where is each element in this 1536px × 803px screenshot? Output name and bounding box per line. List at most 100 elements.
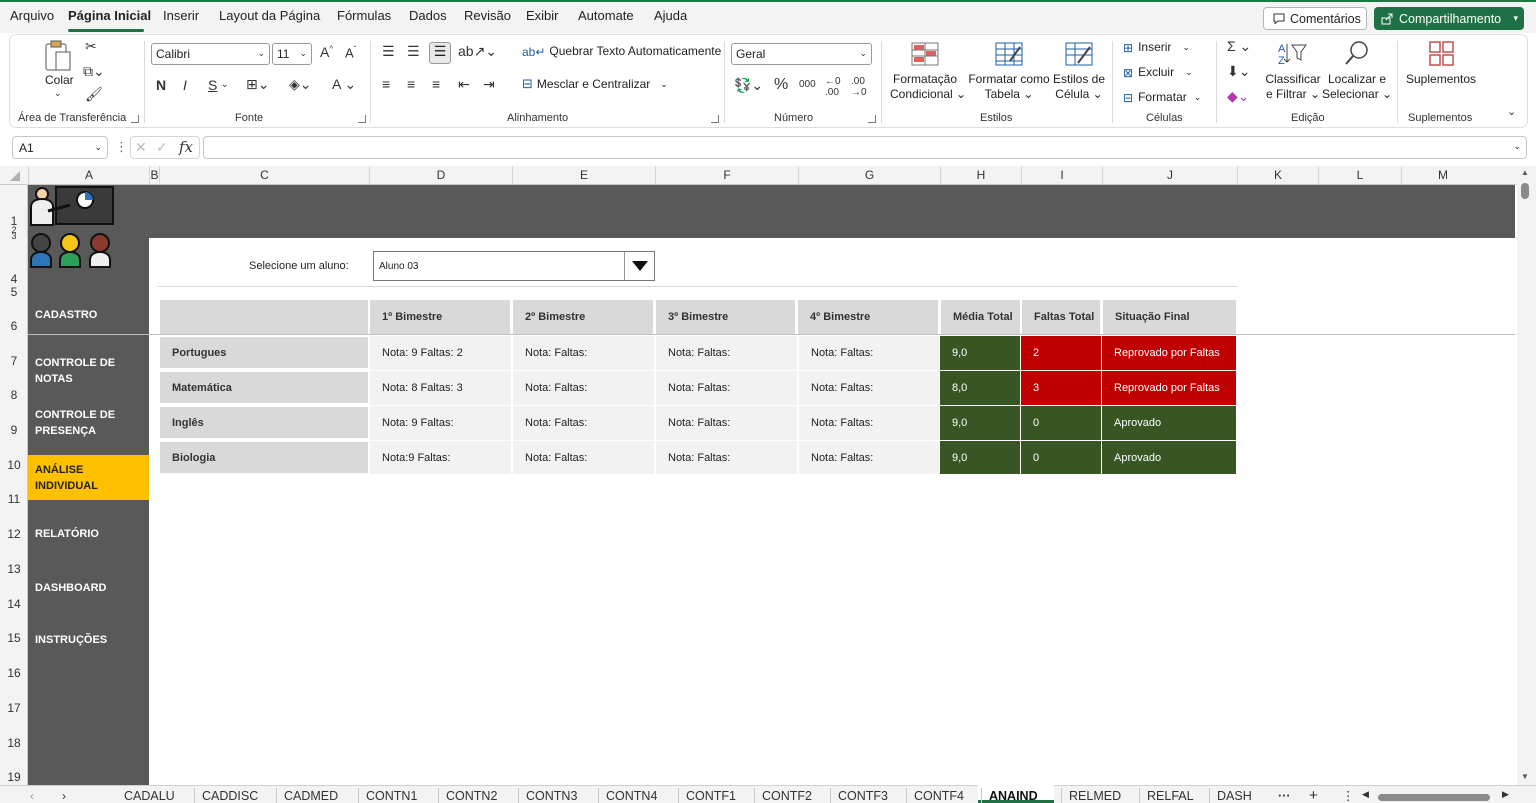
tab-contn3[interactable]: CONTN3 — [526, 789, 577, 803]
menu-ajuda[interactable]: Ajuda — [654, 8, 687, 23]
hscroll-left-icon[interactable]: ◀ — [1362, 789, 1369, 800]
menu-inserir[interactable]: Inserir — [163, 8, 199, 23]
tab-cadalu[interactable]: CADALU — [124, 789, 175, 803]
conditional-format-icon[interactable] — [910, 41, 940, 67]
orientation-icon[interactable]: ab↗⌄ — [458, 43, 497, 60]
row-header-15[interactable]: 15 — [0, 631, 28, 645]
tab-contn2[interactable]: CONTN2 — [446, 789, 497, 803]
sort-filter-icon[interactable]: AZ — [1277, 40, 1309, 66]
dropdown-arrow-icon[interactable] — [624, 252, 654, 280]
scroll-up-icon[interactable]: ▲ — [1521, 168, 1529, 177]
addins-icon[interactable] — [1428, 40, 1456, 68]
paste-dropdown-icon[interactable]: ⌄ — [54, 88, 62, 99]
col-header-b[interactable]: B — [149, 166, 159, 185]
nav-controle-de-presenca[interactable]: CONTROLE DE PRESENÇA — [28, 407, 138, 441]
row-header-19[interactable]: 19 — [0, 770, 28, 784]
table-row-subject[interactable]: Inglês — [160, 407, 368, 438]
tab-anaind[interactable]: ANAIND — [989, 789, 1038, 803]
table-cell-situacao[interactable]: Reprovado por Faltas — [1102, 371, 1236, 405]
tab-contn4[interactable]: CONTN4 — [606, 789, 657, 803]
underline-dropdown-icon[interactable]: ⌄ — [221, 79, 229, 90]
cut-icon[interactable]: ✂ — [85, 38, 97, 55]
row-header-5[interactable]: 5 — [0, 285, 28, 299]
table-cell-b4[interactable]: Nota: Faltas: — [799, 336, 939, 370]
tab-dash[interactable]: DASH — [1217, 789, 1252, 803]
nav-controle-de-notas[interactable]: CONTROLE DE NOTAS — [28, 355, 138, 389]
table-cell-b4[interactable]: Nota: Faltas: — [799, 441, 939, 474]
col-header-i[interactable]: I — [1021, 166, 1102, 185]
decrease-font-icon[interactable]: Aˇ — [345, 45, 356, 60]
increase-decimal-icon[interactable]: ←0.00 — [825, 76, 841, 98]
menu-automate[interactable]: Automate — [578, 8, 634, 23]
table-cell-b4[interactable]: Nota: Faltas: — [799, 371, 939, 405]
row-header-4[interactable]: 4 — [0, 272, 28, 286]
format-painter-icon[interactable]: 🖌 — [85, 86, 103, 103]
font-launcher-icon[interactable] — [358, 115, 366, 123]
row-header-12[interactable]: 12 — [0, 527, 28, 541]
align-bottom-icon[interactable]: ☰ — [429, 42, 451, 64]
increase-indent-icon[interactable]: ⇥ — [483, 76, 495, 93]
table-cell-media[interactable]: 8,0 — [940, 371, 1020, 405]
table-cell-faltas[interactable]: 2 — [1021, 336, 1101, 370]
table-cell-b2[interactable]: Nota: Faltas: — [513, 371, 654, 405]
tab-relfal[interactable]: RELFAL — [1147, 789, 1194, 803]
number-launcher-icon[interactable] — [868, 115, 876, 123]
table-row-subject[interactable]: Matemática — [160, 372, 368, 403]
tab-contf1[interactable]: CONTF1 — [686, 789, 736, 803]
align-top-icon[interactable]: ☰ — [382, 43, 395, 60]
format-cells-button[interactable]: ⊟ Formatar ⌄ — [1123, 90, 1201, 105]
table-cell-b3[interactable]: Nota: Faltas: — [656, 406, 797, 440]
menu-formulas[interactable]: Fórmulas — [337, 8, 391, 23]
col-header-d[interactable]: D — [369, 166, 512, 185]
col-header-e[interactable]: E — [512, 166, 655, 185]
nav-instrucoes[interactable]: INSTRUÇÕES — [28, 632, 149, 650]
addins-button[interactable]: Suplementos — [1406, 72, 1476, 87]
more-options-icon[interactable]: ⋮ — [115, 139, 128, 155]
table-cell-media[interactable]: 9,0 — [940, 336, 1020, 370]
find-select-icon[interactable] — [1343, 39, 1371, 67]
autosum-icon[interactable]: Σ ⌄ — [1227, 38, 1251, 55]
percent-style-button[interactable]: % — [774, 76, 788, 94]
table-cell-b2[interactable]: Nota: Faltas: — [513, 336, 654, 370]
delete-cells-button[interactable]: ⊠ Excluir ⌄ — [1123, 65, 1193, 80]
row-header-17[interactable]: 17 — [0, 701, 28, 715]
menu-arquivo[interactable]: Arquivo — [10, 8, 54, 23]
accounting-format-icon[interactable]: 💱⌄ — [734, 77, 763, 94]
increase-font-icon[interactable]: A^ — [320, 44, 333, 60]
row-header-3[interactable]: 3 — [0, 231, 28, 241]
share-dropdown-icon[interactable]: ▾ — [1513, 13, 1518, 24]
nav-relatorio[interactable]: RELATÓRIO — [28, 526, 149, 544]
align-right-icon[interactable]: ≡ — [432, 76, 440, 92]
bold-button[interactable]: N — [156, 77, 166, 93]
sort-filter-label[interactable]: Classificar e Filtrar ⌄ — [1262, 72, 1324, 102]
table-cell-b4[interactable]: Nota: Faltas: — [799, 406, 939, 440]
menu-layout-da-pagina[interactable]: Layout da Página — [219, 8, 320, 23]
cell-styles-icon[interactable] — [1064, 41, 1094, 67]
merge-center-button[interactable]: ⊟ Mesclar e Centralizar ⌄ — [522, 76, 668, 92]
decrease-decimal-icon[interactable]: .00 →0 — [851, 76, 867, 98]
insert-cells-button[interactable]: ⊞ Inserir ⌄ — [1123, 40, 1190, 55]
tab-relmed[interactable]: RELMED — [1069, 789, 1121, 803]
find-select-label[interactable]: Localizar e Selecionar ⌄ — [1322, 72, 1392, 102]
format-as-table-icon[interactable] — [994, 41, 1024, 67]
borders-icon[interactable]: ⊞⌄ — [246, 76, 269, 93]
collapse-ribbon-icon[interactable]: ⌄ — [1507, 105, 1516, 118]
horizontal-scroll-thumb[interactable] — [1378, 794, 1490, 801]
col-header-g[interactable]: G — [798, 166, 940, 185]
table-cell-faltas[interactable]: 3 — [1021, 371, 1101, 405]
table-row-subject[interactable]: Portugues — [160, 337, 368, 368]
table-cell-b3[interactable]: Nota: Faltas: — [656, 441, 797, 474]
col-header-f[interactable]: F — [655, 166, 798, 185]
col-header-c[interactable]: C — [159, 166, 369, 185]
underline-button[interactable]: S — [208, 77, 217, 93]
font-family-select[interactable]: Calibri ⌄ — [151, 43, 270, 65]
table-cell-media[interactable]: 9,0 — [940, 441, 1020, 474]
expand-formula-icon[interactable]: ⌄ — [1513, 141, 1521, 152]
comma-style-button[interactable]: 000 — [799, 79, 816, 90]
copy-icon[interactable]: ⧉⌄ — [83, 63, 105, 80]
alignment-launcher-icon[interactable] — [711, 115, 719, 123]
select-all-icon[interactable] — [10, 171, 20, 181]
table-cell-b1[interactable]: Nota: 9 Faltas: — [370, 406, 511, 440]
comments-button[interactable]: Comentários — [1263, 7, 1367, 30]
tab-contf3[interactable]: CONTF3 — [838, 789, 888, 803]
